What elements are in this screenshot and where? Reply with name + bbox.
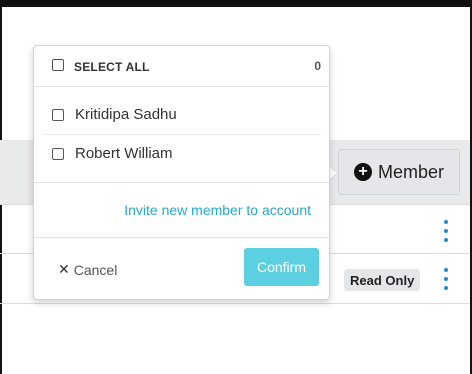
select-all-label: SELECT ALL [74,60,150,74]
kebab-menu-icon[interactable] [443,268,449,290]
member-name: Robert William [75,145,173,162]
member-checkbox[interactable] [52,109,64,121]
plus-circle-icon: + [353,163,372,181]
screen-edge-top [0,0,472,7]
role-badge: Read Only [344,269,421,291]
member-list: Kritidipa Sadhu Robert William [34,86,329,183]
member-name: Kritidipa Sadhu [75,106,177,123]
select-all-checkbox[interactable] [52,59,64,71]
member-select-popover: SELECT ALL 0 Kritidipa Sadhu Robert Will… [33,45,330,300]
add-member-button[interactable]: + Member [338,149,460,195]
cancel-button[interactable]: ✕ Cancel [58,261,117,278]
page: + Member Read Only SELECT ALL 0 Kritidip… [0,0,472,374]
kebab-menu-icon[interactable] [443,220,449,242]
close-icon: ✕ [58,261,70,277]
popover-actions: ✕ Cancel Confirm [34,238,329,299]
add-member-label: Member [377,161,444,182]
invite-member-link[interactable]: Invite new member to account [124,202,311,218]
list-item[interactable]: Robert William [42,135,321,173]
cancel-label: Cancel [73,261,118,278]
member-checkbox[interactable] [52,148,64,160]
selected-count: 0 [314,59,321,73]
confirm-button[interactable]: Confirm [244,248,319,286]
invite-row: Invite new member to account [34,183,329,238]
select-all-row: SELECT ALL 0 [34,46,329,87]
list-item[interactable]: Kritidipa Sadhu [42,96,321,135]
